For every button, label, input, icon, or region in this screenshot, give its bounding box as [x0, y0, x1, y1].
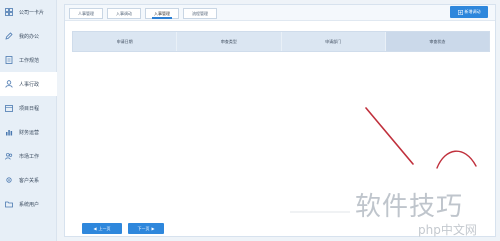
watermark-text: 软件技巧 [355, 192, 464, 222]
annotation-arc [436, 150, 477, 169]
annotation-arrow [365, 107, 414, 165]
watermark-brand: php中文网 [418, 223, 477, 237]
